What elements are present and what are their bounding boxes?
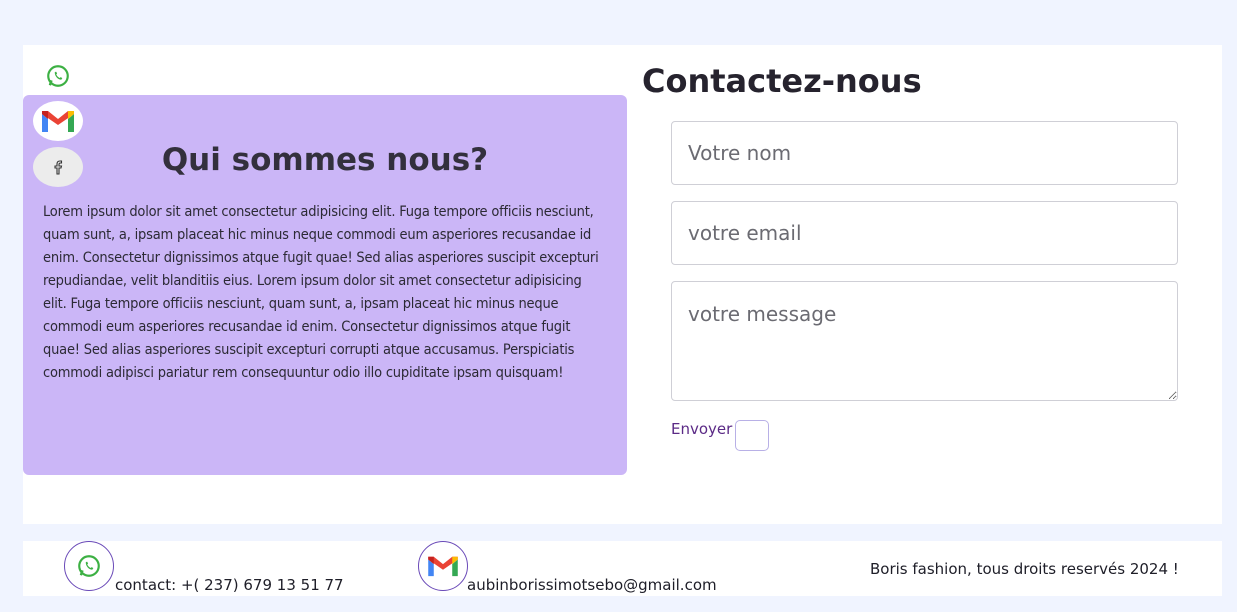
contact-title: Contactez-nous	[642, 62, 922, 100]
about-section: Qui sommes nous? Lorem ipsum dolor sit a…	[23, 95, 627, 475]
send-label: Envoyer	[671, 420, 733, 438]
whatsapp-link[interactable]	[33, 59, 83, 93]
facebook-icon	[54, 160, 63, 175]
footer-email: aubinborissimotsebo@gmail.com	[467, 576, 717, 594]
facebook-link[interactable]	[33, 147, 83, 187]
about-title: Qui sommes nous?	[161, 142, 489, 178]
whatsapp-icon	[78, 555, 100, 577]
send-button[interactable]	[735, 420, 769, 451]
footer-gmail-button[interactable]	[418, 541, 468, 591]
email-input[interactable]	[671, 201, 1178, 265]
gmail-icon	[428, 556, 458, 577]
whatsapp-icon	[47, 65, 69, 87]
footer-whatsapp-button[interactable]	[64, 541, 114, 591]
gmail-link[interactable]	[33, 101, 83, 141]
message-textarea[interactable]	[671, 281, 1178, 401]
gmail-icon	[42, 111, 74, 132]
footer-phone: contact: +( 237) 679 13 51 77	[115, 576, 344, 594]
name-input[interactable]	[671, 121, 1178, 185]
footer-copyright: Boris fashion, tous droits reservés 2024…	[870, 560, 1179, 578]
about-text: Lorem ipsum dolor sit amet consectetur a…	[43, 204, 599, 381]
